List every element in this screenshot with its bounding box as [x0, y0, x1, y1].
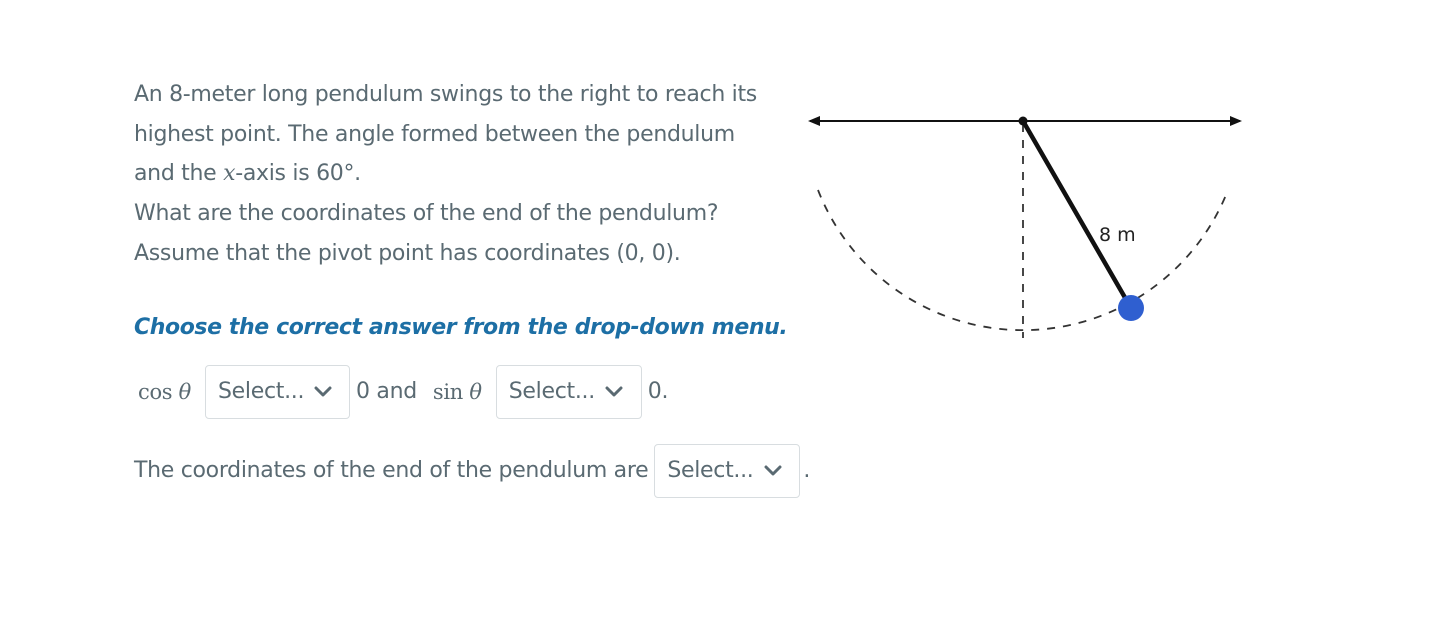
- question-line-3: and the x-axis is 60°.: [134, 154, 794, 194]
- cos-sign-dropdown-value: Select...: [218, 379, 305, 404]
- question-line-3-post: -axis is 60°.: [235, 161, 361, 187]
- swing-arc: [817, 189, 1229, 331]
- cos-theta-label: cos θ: [138, 380, 191, 404]
- x-variable: x: [223, 161, 236, 187]
- question-line-5: Assume that the pivot point has coordina…: [134, 240, 681, 266]
- sin-label: sin: [432, 379, 464, 404]
- chevron-down-icon: [764, 465, 781, 475]
- cos-sign-dropdown[interactable]: Select...: [205, 364, 351, 419]
- cos-label: cos: [138, 379, 173, 404]
- coordinates-dropdown-value: Select...: [667, 458, 754, 483]
- question-line-3-pre: and the: [134, 161, 224, 187]
- coordinates-prompt: The coordinates of the end of the pendul…: [134, 458, 649, 483]
- answer-row-2: The coordinates of the end of the pendul…: [134, 443, 810, 498]
- question-line-2: highest point. The angle formed between …: [134, 121, 735, 147]
- length-label: 8 m: [1099, 224, 1136, 246]
- pendulum-rod: [1020, 118, 1134, 311]
- chevron-down-icon: [314, 386, 332, 396]
- row-2-end-text: .: [803, 458, 811, 483]
- question-text: An 8-meter long pendulum swings to the r…: [134, 75, 794, 274]
- question-line-4: What are the coordinates of the end of t…: [134, 201, 719, 227]
- sin-theta-label: sin θ: [433, 380, 482, 404]
- sin-sign-dropdown-value: Select...: [508, 379, 595, 404]
- chevron-down-icon: [605, 386, 623, 396]
- pendulum-bob: [1118, 295, 1144, 321]
- instruction-text: Choose the correct answer from the drop-…: [134, 315, 788, 340]
- pivot-point: [1018, 116, 1028, 126]
- and-text: 0 and: [356, 379, 417, 404]
- answer-row-1: cos θ Select... 0 and sin θ Select... 0.: [134, 364, 668, 419]
- sin-sign-dropdown[interactable]: Select...: [495, 364, 642, 419]
- theta-symbol: θ: [178, 379, 192, 404]
- coordinates-dropdown[interactable]: Select...: [654, 443, 801, 498]
- row-1-end-text: 0.: [647, 379, 669, 404]
- theta-symbol: θ: [469, 379, 482, 404]
- question-line-1: An 8-meter long pendulum swings to the r…: [134, 82, 757, 107]
